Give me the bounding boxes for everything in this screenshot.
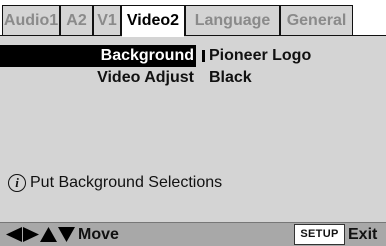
setting-label-video-adjust: Video Adjust	[97, 69, 194, 86]
navigation-arrows	[6, 227, 75, 242]
setting-row-video-adjust[interactable]: Video Adjust Black	[0, 67, 386, 89]
tab-video2[interactable]: Video2	[121, 5, 185, 37]
info-icon: i	[8, 174, 26, 192]
tab-language[interactable]: Language	[185, 5, 280, 36]
settings-panel: Background Pioneer Logo Video Adjust Bla…	[0, 36, 386, 222]
setup-button[interactable]: SETUP	[294, 224, 345, 245]
move-label: Move	[78, 226, 119, 243]
help-message: Put Background Selections	[30, 174, 223, 191]
down-arrow-icon	[58, 227, 75, 242]
footer-bar: Move SETUP Exit	[0, 222, 386, 246]
up-arrow-icon	[40, 227, 57, 242]
setting-value-video-adjust[interactable]: Black	[209, 67, 252, 89]
tab-bar: Audio1 A2 V1 Video2 Language General	[0, 0, 386, 37]
right-arrow-icon	[23, 227, 39, 242]
tab-v1[interactable]: V1	[93, 5, 121, 36]
left-arrow-icon	[6, 227, 22, 242]
setting-value-background[interactable]: Pioneer Logo	[209, 45, 311, 67]
help-text: i Put Background Selections	[8, 174, 222, 192]
setting-row-background[interactable]: Background Pioneer Logo	[0, 45, 386, 67]
tab-a2[interactable]: A2	[60, 5, 93, 36]
tab-audio1[interactable]: Audio1	[2, 5, 60, 36]
tab-general[interactable]: General	[280, 5, 353, 36]
exit-label: Exit	[348, 226, 378, 243]
setting-label-background: Background	[100, 47, 194, 64]
current-value-marker	[202, 50, 205, 62]
